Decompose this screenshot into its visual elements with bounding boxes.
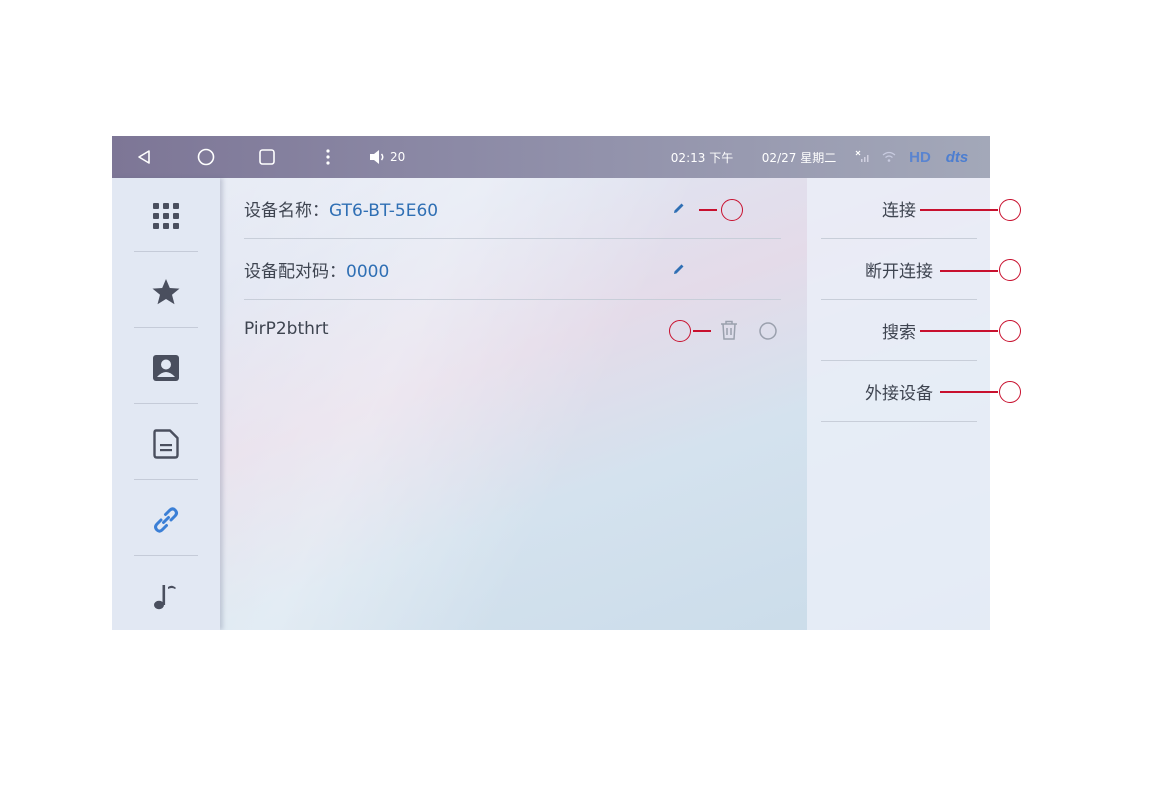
callout-marker-connect (999, 199, 1021, 221)
sidebar-divider (134, 479, 198, 480)
date: 02/27 星期二 (756, 136, 842, 178)
callout-line (920, 330, 998, 332)
clock: 02:13 下午 (667, 136, 737, 178)
dts-label: dts (945, 148, 969, 166)
device-name-value: GT6-BT-5E60 (329, 201, 439, 221)
back-button[interactable] (132, 136, 156, 178)
edit-pin-code-button[interactable] (672, 261, 688, 277)
callout-marker-edit-name (721, 199, 743, 221)
callout-marker-search (999, 320, 1021, 342)
divider (821, 421, 977, 422)
sidebar-item-music[interactable] (112, 558, 220, 630)
no-signal-icon (855, 150, 869, 162)
sidebar-divider (134, 327, 198, 328)
delete-device-button[interactable] (719, 319, 741, 341)
connect-button[interactable]: 连接 (821, 178, 977, 238)
home-circle-icon (197, 148, 215, 166)
volume-indicator[interactable]: 20 (368, 136, 412, 178)
radio-circle-icon (759, 322, 777, 340)
hd-badge: HD (906, 136, 934, 178)
paired-device-name: PirP2bthrt (244, 319, 329, 339)
home-button[interactable] (194, 136, 218, 178)
star-icon (152, 278, 180, 304)
document-icon (153, 428, 179, 459)
more-vertical-icon (326, 149, 330, 165)
sidebar-item-apps[interactable] (112, 178, 220, 253)
recents-square-icon (259, 149, 275, 165)
callout-marker-disconnect (999, 259, 1021, 281)
contact-icon (153, 354, 179, 381)
pin-code-label: 设备配对码： (244, 262, 346, 282)
callout-marker-delete (669, 320, 691, 342)
callout-marker-external (999, 381, 1021, 403)
callout-line (693, 330, 711, 332)
dts-badge: dts (938, 136, 976, 178)
status-bar: 20 02:13 下午 02/27 星期二 HD dts (112, 136, 990, 178)
sidebar-item-bluetooth-link[interactable] (112, 482, 220, 557)
link-icon (154, 506, 178, 533)
divider (244, 299, 781, 300)
sidebar-item-contacts[interactable] (112, 330, 220, 405)
trash-icon (721, 320, 737, 340)
pencil-icon (674, 203, 684, 213)
sidebar-divider (134, 251, 198, 252)
device-name: 设备名称：GT6-BT-5E60 (244, 196, 438, 221)
music-note-icon (154, 584, 176, 609)
callout-line (920, 209, 998, 211)
callout-line (940, 391, 998, 393)
edit-device-name-button[interactable] (672, 200, 688, 216)
pin-code-value: 0000 (346, 262, 390, 282)
apps-grid-icon (153, 202, 179, 229)
sidebar-item-documents[interactable] (112, 406, 220, 481)
device-name-label: 设备名称： (244, 201, 329, 221)
wifi-indicator (880, 136, 898, 178)
recents-button[interactable] (255, 136, 279, 178)
action-panel: 连接 断开连接 搜索 外接设备 (807, 178, 990, 630)
wifi-icon (882, 151, 896, 162)
pin-code: 设备配对码：0000 (244, 257, 389, 282)
bluetooth-settings-panel: 设备名称：GT6-BT-5E60 设备配对码：0000 PirP2bthrt (220, 178, 807, 630)
head-unit-screen: 20 02:13 下午 02/27 星期二 HD dts 设备名称：GT6-BT… (112, 136, 990, 630)
date-text: 02/27 星期二 (761, 150, 837, 165)
back-icon (138, 150, 150, 164)
disconnect-button[interactable]: 断开连接 (821, 239, 977, 299)
pencil-icon (674, 264, 684, 274)
no-signal-indicator (854, 136, 872, 178)
hd-label: HD (909, 148, 931, 166)
sidebar-divider (134, 403, 198, 404)
device-name-row: 设备名称：GT6-BT-5E60 (244, 178, 781, 238)
pin-code-row: 设备配对码：0000 (244, 239, 781, 299)
callout-line (940, 270, 998, 272)
volume-icon (370, 150, 384, 164)
time-text: 02:13 下午 (670, 150, 734, 165)
more-button[interactable] (318, 136, 338, 178)
sidebar-divider (134, 555, 198, 556)
callout-line (699, 209, 717, 211)
sidebar (112, 178, 220, 630)
connect-device-radio[interactable] (758, 321, 778, 341)
sidebar-item-favorites[interactable] (112, 254, 220, 329)
volume-level: 20 (390, 150, 406, 164)
